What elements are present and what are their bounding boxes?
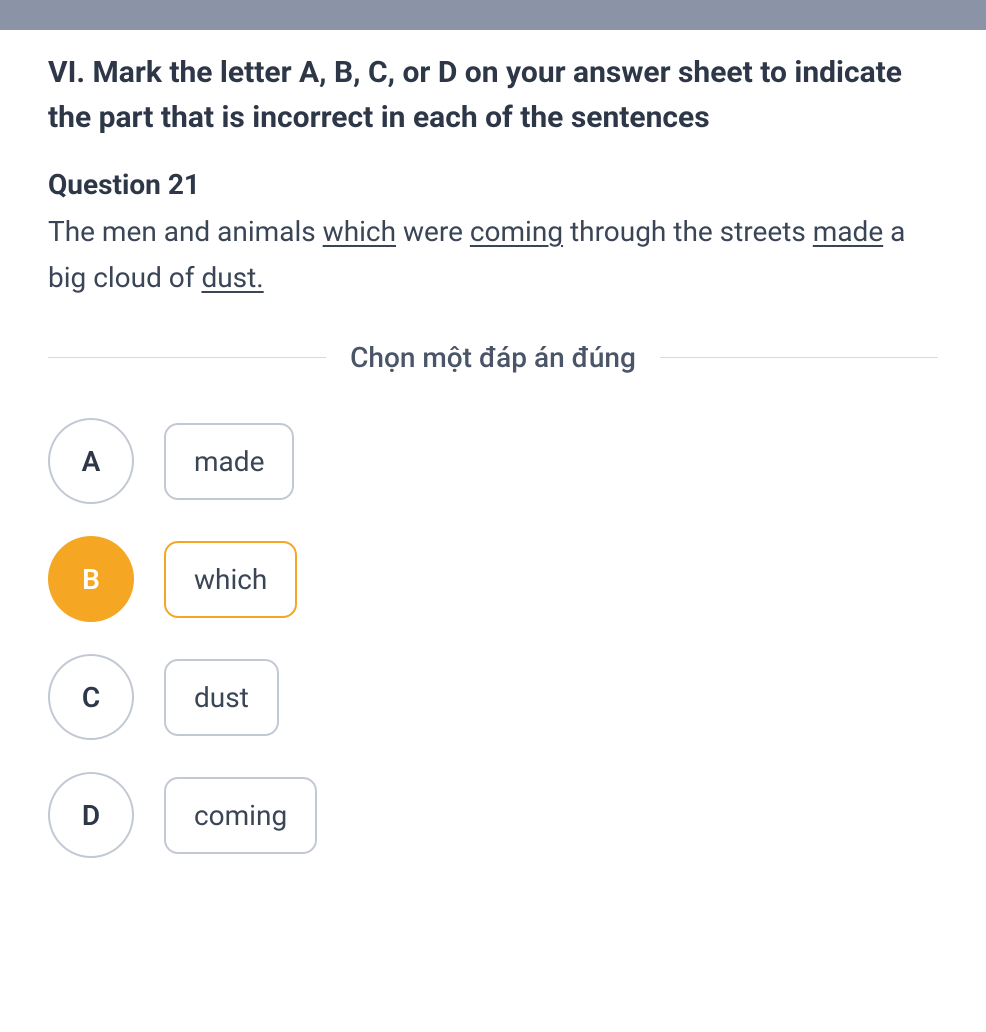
option-row-b: B which [48, 536, 938, 622]
option-box-d[interactable]: coming [164, 777, 317, 854]
question-underlined-which: which [323, 215, 396, 248]
option-row-a: A made [48, 418, 938, 504]
option-circle-a[interactable]: A [48, 418, 134, 504]
option-row-d: D coming [48, 772, 938, 858]
divider-line-right [660, 357, 938, 358]
option-circle-d[interactable]: D [48, 772, 134, 858]
option-box-b[interactable]: which [164, 541, 297, 618]
question-part3: through the streets [563, 215, 813, 248]
option-box-c[interactable]: dust [164, 659, 279, 736]
option-circle-b[interactable]: B [48, 536, 134, 622]
question-underlined-coming: coming [470, 215, 563, 248]
divider-text: Chọn một đáp án đúng [326, 341, 660, 374]
options-list: A made B which C dust D coming [48, 418, 938, 858]
top-bar [0, 0, 986, 30]
option-circle-c[interactable]: C [48, 654, 134, 740]
question-part2: were [396, 215, 470, 248]
question-part1: The men and animals [48, 215, 323, 248]
divider-row: Chọn một đáp án đúng [48, 341, 938, 374]
option-row-c: C dust [48, 654, 938, 740]
content-area: VI. Mark the letter A, B, C, or D on you… [0, 30, 986, 878]
question-underlined-made: made [813, 215, 883, 248]
question-label: Question 21 [48, 168, 938, 201]
divider-line-left [48, 357, 326, 358]
question-text: The men and animals which were coming th… [48, 209, 938, 301]
section-title: VI. Mark the letter A, B, C, or D on you… [48, 50, 938, 140]
option-box-a[interactable]: made [164, 423, 294, 500]
question-underlined-dust: dust. [201, 261, 263, 294]
